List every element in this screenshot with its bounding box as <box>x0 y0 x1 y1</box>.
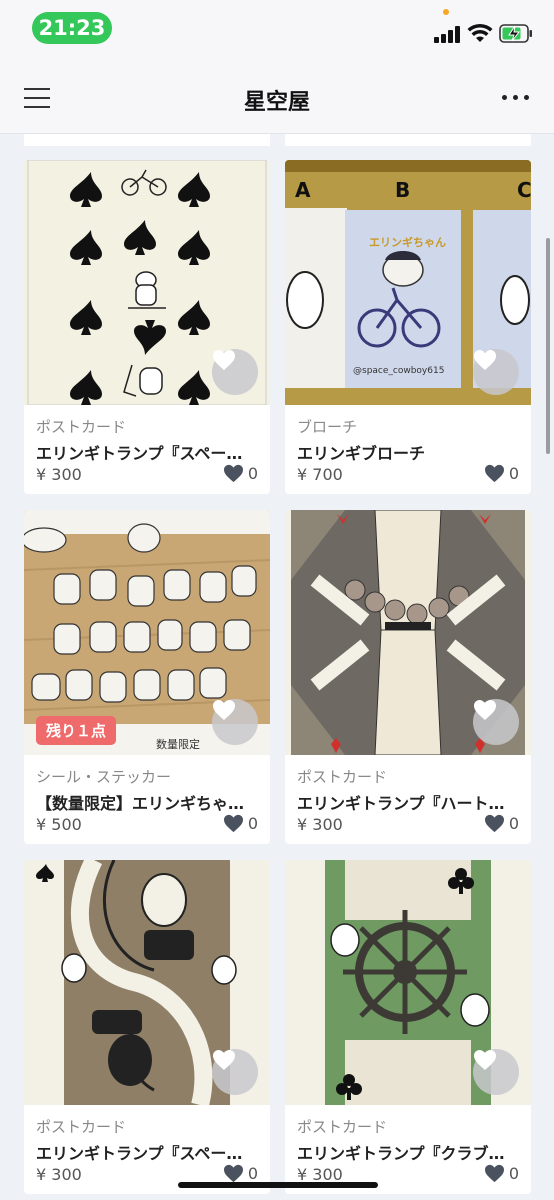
favorite-heart-icon[interactable] <box>473 699 519 745</box>
product-title: エリンギトランプ『スペー… <box>36 1144 243 1163</box>
image-text: B <box>395 178 411 202</box>
product-category: ポストカード <box>297 1118 388 1136</box>
product-price: ¥ 300 <box>36 465 82 484</box>
heart-icon <box>223 814 243 833</box>
image-text: A <box>295 178 311 202</box>
product-image: 残り１点 数量限定 <box>24 510 270 755</box>
like-count: 0 <box>223 464 258 483</box>
like-count-value: 0 <box>247 464 258 483</box>
favorite-heart-icon[interactable] <box>212 1049 258 1095</box>
like-count-value: 0 <box>508 1164 519 1183</box>
product-price: ¥ 300 <box>297 815 343 834</box>
cellular-signal-icon <box>434 26 462 43</box>
product-card[interactable]: ポストカード エリンギトランプ『スペー… ¥ 300 0 <box>24 860 270 1194</box>
product-card[interactable]: 残り１点 数量限定 シール・ステッカー 【数量限定】エリンギちゃ… ¥ 500 … <box>24 510 270 844</box>
product-price: ¥ 700 <box>297 465 343 484</box>
like-count: 0 <box>484 464 519 483</box>
like-count-value: 0 <box>508 814 519 833</box>
stock-badge: 残り１点 <box>36 716 117 745</box>
product-image <box>24 860 270 1105</box>
nav-bar: 星空屋 <box>0 62 554 134</box>
product-price: ¥ 300 <box>36 1165 82 1184</box>
like-count: 0 <box>223 814 258 833</box>
heart-icon <box>484 464 504 483</box>
favorite-heart-icon[interactable] <box>212 349 258 395</box>
like-count: 0 <box>223 1164 258 1183</box>
previous-card-stub <box>24 134 270 146</box>
shop-title: 星空屋 <box>243 90 310 115</box>
product-category: ポストカード <box>36 1118 127 1136</box>
favorite-heart-icon[interactable] <box>473 1049 519 1095</box>
product-image: A B C エリンギちゃん @space_cowboy615 <box>285 160 531 405</box>
image-text: エリンギちゃん <box>369 236 446 249</box>
like-count: 0 <box>484 814 519 833</box>
product-grid: ポストカード エリンギトランプ『スペー… ¥ 300 0 A B C エリンギち… <box>0 134 554 1200</box>
image-text: 数量限定 <box>156 738 200 751</box>
status-time: 21:23 <box>32 12 112 44</box>
like-count-value: 0 <box>508 464 519 483</box>
favorite-heart-icon[interactable] <box>212 699 258 745</box>
image-text: @space_cowboy615 <box>353 366 445 376</box>
product-card[interactable]: ポストカード エリンギトランプ『クラブ… ¥ 300 0 <box>285 860 531 1194</box>
heart-icon <box>223 1164 243 1183</box>
product-image <box>285 860 531 1105</box>
more-dots-icon[interactable] <box>500 92 532 104</box>
product-title: エリンギトランプ『スペー… <box>36 444 243 463</box>
like-count-value: 0 <box>247 814 258 833</box>
scrollbar[interactable] <box>546 238 550 454</box>
wifi-icon <box>467 23 493 42</box>
home-indicator[interactable] <box>178 1182 378 1188</box>
product-image <box>285 510 531 755</box>
product-title: エリンギトランプ『ハート… <box>297 794 505 813</box>
privacy-indicator-dot <box>443 9 449 15</box>
previous-card-stub <box>285 134 531 146</box>
status-bar: 21:23 <box>0 0 554 62</box>
heart-icon <box>484 1164 504 1183</box>
heart-icon <box>223 464 243 483</box>
product-card[interactable]: A B C エリンギちゃん @space_cowboy615 ブローチ エリンギ… <box>285 160 531 494</box>
like-count-value: 0 <box>247 1164 258 1183</box>
product-image <box>24 160 270 405</box>
product-price: ¥ 500 <box>36 815 82 834</box>
product-category: ポストカード <box>297 768 388 786</box>
product-title: エリンギトランプ『クラブ… <box>297 1144 505 1163</box>
product-title: 【数量限定】エリンギちゃ… <box>36 794 245 813</box>
like-count: 0 <box>484 1164 519 1183</box>
product-category: シール・ステッカー <box>36 768 172 786</box>
product-title: エリンギブローチ <box>297 444 426 463</box>
image-text: C <box>517 178 531 202</box>
product-card[interactable]: ポストカード エリンギトランプ『ハート… ¥ 300 0 <box>285 510 531 844</box>
product-category: ブローチ <box>297 418 358 436</box>
product-category: ポストカード <box>36 418 127 436</box>
heart-icon <box>484 814 504 833</box>
product-card[interactable]: ポストカード エリンギトランプ『スペー… ¥ 300 0 <box>24 160 270 494</box>
battery-charging-icon <box>499 24 532 43</box>
favorite-heart-icon[interactable] <box>473 349 519 395</box>
